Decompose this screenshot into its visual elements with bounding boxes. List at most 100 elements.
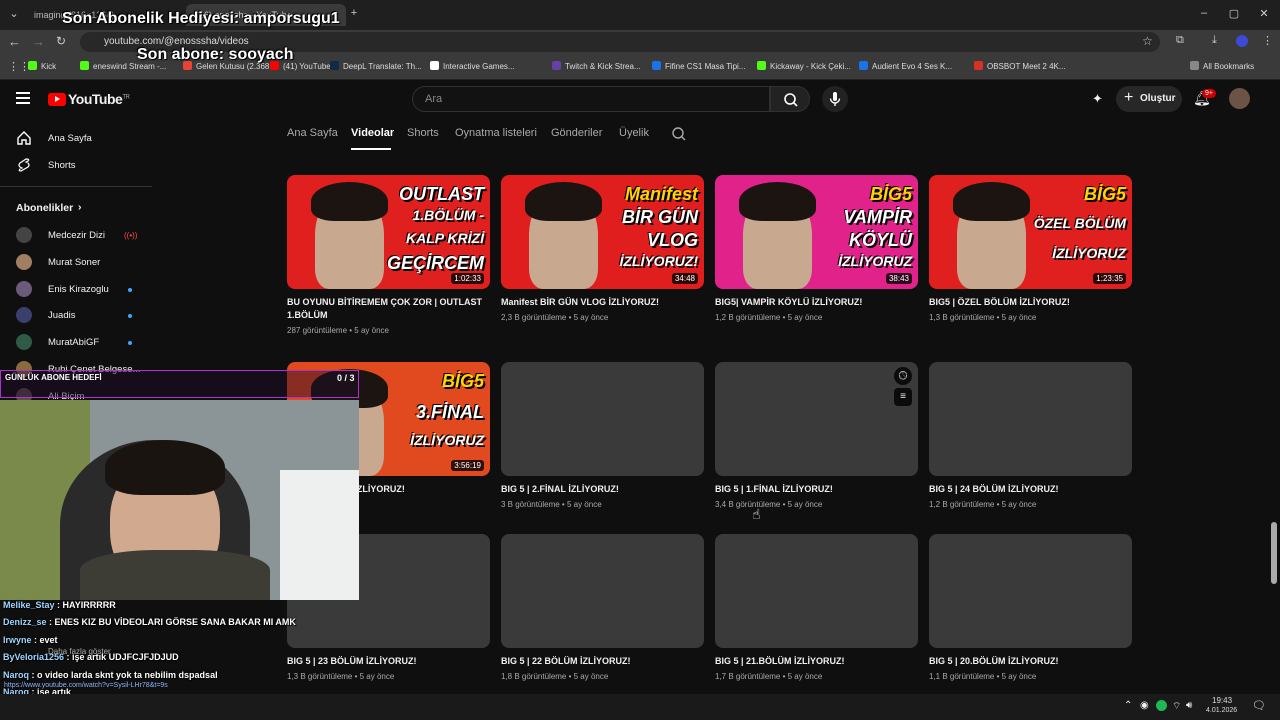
bookmark-favicon-icon	[1190, 61, 1199, 70]
clock-time[interactable]: 19:43	[1212, 696, 1232, 705]
menu-icon[interactable]: ⋮	[1262, 34, 1273, 47]
search-input[interactable]: Ara	[412, 86, 770, 112]
thumbnail-hair	[739, 181, 817, 221]
video-thumbnail[interactable]	[929, 362, 1132, 476]
add-to-queue-icon[interactable]: ≡	[894, 388, 912, 406]
create-button[interactable]: + Oluştur	[1116, 86, 1182, 112]
discord-tray-icon[interactable]: ◉	[1140, 700, 1149, 711]
bookmark-label: OBSBOT Meet 2 4K...	[987, 62, 1066, 71]
account-avatar[interactable]	[1229, 88, 1250, 109]
tray-chevron-icon[interactable]: ⌃	[1124, 700, 1132, 711]
reload-icon[interactable]: ↻	[56, 34, 66, 48]
search-button[interactable]	[770, 86, 810, 112]
video-title[interactable]: BIG 5 | 20.BÖLÜM İZLİYORUZ!	[929, 655, 1129, 668]
bookmark-item[interactable]: Kick	[28, 61, 56, 71]
bookmark-item[interactable]: DeepL Translate: Th...	[330, 61, 422, 71]
video-title[interactable]: BIG 5 | 1.FİNAL İZLİYORUZ!	[715, 483, 915, 496]
subscriptions-header[interactable]: Abonelikler ›	[0, 201, 150, 218]
minimize-button[interactable]: –	[1194, 7, 1214, 19]
bookmark-item[interactable]: Audient Evo 4 Ses K...	[859, 61, 952, 71]
premium-gift-icon[interactable]: ✦	[1092, 91, 1103, 107]
sidebar-show-more[interactable]: Daha fazla göster	[48, 647, 111, 656]
bookmark-favicon-icon	[974, 61, 983, 70]
video-thumbnail[interactable]	[501, 362, 704, 476]
forward-icon[interactable]: →	[32, 34, 45, 49]
download-icon[interactable]: ⤓	[1212, 34, 1217, 47]
clock-date[interactable]: 4.01.2026	[1206, 707, 1237, 714]
channel-search-icon[interactable]	[671, 126, 687, 142]
video-meta: 1,2 B görüntüleme • 5 ay önce	[715, 313, 915, 322]
video-views: 1,2 B görüntüleme	[715, 313, 781, 322]
chat-text: o video larda sknt yok ta nebilim dspads…	[37, 670, 218, 680]
bookmark-label: DeepL Translate: Th...	[343, 62, 422, 71]
video-thumbnail[interactable]	[929, 534, 1132, 648]
video-thumbnail[interactable]: OUTLAST 1.BÖLÜM - KALP KRİZİ GEÇİRCEM 1:02:3…	[287, 175, 490, 289]
voice-search-button[interactable]	[822, 86, 848, 112]
channel-tab[interactable]: Shorts	[407, 127, 439, 139]
sidebar-item-shorts[interactable]: Shorts	[0, 155, 150, 175]
channel-tab[interactable]: Ana Sayfa	[287, 127, 338, 139]
channel-avatar	[16, 227, 32, 243]
subscriber-goal-bar: GÜNLÜK ABONE HEDEFİ 0 / 3	[0, 370, 359, 398]
wifi-icon[interactable]: ⌔	[1172, 700, 1181, 713]
chat-username: Melike_Stay	[3, 600, 55, 610]
video-thumbnail[interactable]	[501, 534, 704, 648]
channel-tab[interactable]: Gönderiler	[551, 127, 602, 139]
sidebar-channel[interactable]: Medcezir Dizi ((•))	[0, 227, 150, 245]
video-title[interactable]: BU OYUNU BİTİREMEM ÇOK ZOR | OUTLAST 1.B…	[287, 296, 487, 322]
profile-avatar[interactable]	[1236, 35, 1248, 47]
video-duration: 1:23:35	[1093, 273, 1126, 284]
channel-tab[interactable]: Üyelik	[619, 127, 649, 139]
sidebar-channel[interactable]: Enis Kirazoglu	[0, 280, 150, 299]
video-title[interactable]: Manifest BİR GÜN VLOG İZLİYORUZ!	[501, 296, 701, 309]
bookmark-item[interactable]: Kickaway - Kick Çeki...	[757, 61, 851, 71]
video-title[interactable]: BIG5| VAMPİR KÖYLÜ İZLİYORUZ!	[715, 296, 915, 309]
spotify-tray-icon[interactable]	[1156, 700, 1167, 711]
sidebar-channel[interactable]: MuratAbiGF	[0, 334, 150, 352]
bookmark-item[interactable]: All Bookmarks	[1190, 61, 1254, 71]
video-meta: 2,3 B görüntüleme • 5 ay önce	[501, 313, 701, 322]
video-thumbnail[interactable]	[715, 362, 918, 476]
thumbnail-text: GEÇİRCEM	[386, 253, 484, 273]
video-title[interactable]: BIG 5 | 22 BÖLÜM İZLİYORUZ!	[501, 655, 701, 668]
close-window-button[interactable]: ✕	[1254, 7, 1274, 20]
tab-search-icon[interactable]: ⌄	[4, 7, 24, 20]
channel-name: Enis Kirazoglu	[48, 283, 109, 295]
plus-icon: +	[1124, 89, 1134, 106]
hamburger-menu-icon[interactable]	[16, 92, 30, 104]
video-thumbnail[interactable]	[715, 534, 918, 648]
thumbnail-text: KÖYLÜ	[849, 230, 912, 250]
maximize-button[interactable]: ▢	[1224, 7, 1244, 20]
sidebar-channel[interactable]: Juadis	[0, 307, 150, 325]
video-title[interactable]: BIG 5 | 2.FİNAL İZLİYORUZ!	[501, 483, 701, 496]
sidebar-channel[interactable]: Murat Soner	[0, 253, 150, 272]
page-scrollbar[interactable]	[1271, 522, 1277, 584]
video-thumbnail[interactable]: BİG5 VAMPİR KÖYLÜ İZLİYORUZ 38:43	[715, 175, 918, 289]
new-tab-button[interactable]: +	[344, 7, 364, 19]
notification-center-icon[interactable]: 🗨︎	[1252, 699, 1266, 712]
youtube-play-icon	[48, 93, 66, 106]
apps-grid-icon[interactable]: ⋮⋮	[8, 60, 30, 73]
bookmark-item[interactable]: Fifine CS1 Masa Tipi...	[652, 61, 745, 71]
sidebar-item-home[interactable]: Ana Sayfa	[0, 128, 150, 148]
video-title[interactable]: BIG 5 | 23 BÖLÜM İZLİYORUZ!	[287, 655, 487, 668]
bookmark-item[interactable]: Twitch & Kick Strea...	[552, 61, 641, 71]
new-content-dot	[128, 341, 132, 346]
extensions-icon[interactable]: ⧉	[1176, 34, 1184, 47]
channel-tab[interactable]: Oynatma listeleri	[455, 127, 537, 139]
back-icon[interactable]: ←	[8, 34, 21, 49]
bookmark-favicon-icon	[28, 61, 37, 70]
bookmark-label: Audient Evo 4 Ses K...	[872, 62, 953, 71]
watch-later-icon[interactable]: 🕓︎	[894, 367, 912, 385]
video-title[interactable]: BIG 5 | 21.BÖLÜM İZLİYORUZ!	[715, 655, 915, 668]
bookmark-item[interactable]: OBSBOT Meet 2 4K...	[974, 61, 1066, 71]
video-thumbnail[interactable]: Manifest BİR GÜN VLOG İZLİYORUZ! 34:48	[501, 175, 704, 289]
youtube-logo[interactable]: YouTubeTR	[48, 91, 130, 107]
bookmark-star-icon[interactable]: ☆	[1142, 34, 1153, 48]
video-title[interactable]: BIG5 | ÖZEL BÖLÜM İZLİYORUZ!	[929, 296, 1129, 309]
video-title[interactable]: BIG 5 | 24 BÖLÜM İZLİYORUZ!	[929, 483, 1129, 496]
volume-icon[interactable]: 🔊︎	[1186, 700, 1192, 711]
channel-tab[interactable]: Videolar	[351, 127, 394, 139]
bookmark-item[interactable]: Interactive Games...	[430, 61, 515, 71]
video-thumbnail[interactable]: BİG5 ÖZEL BÖLÜM İZLİYORUZ 1:23:35	[929, 175, 1132, 289]
